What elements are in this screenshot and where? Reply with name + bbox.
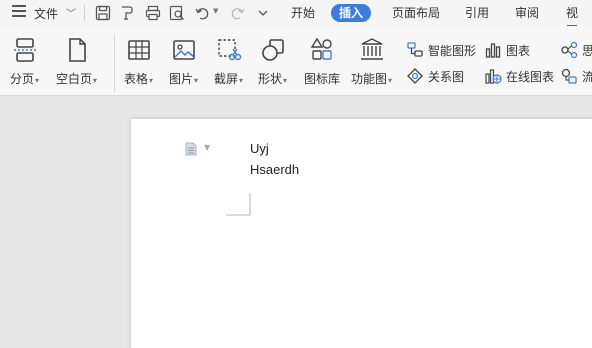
format-painter-icon[interactable] [118,4,136,22]
smartart-icon [407,42,423,57]
shape-button[interactable]: 形状▾ [258,36,287,87]
page-break-label: 分页 [10,72,35,86]
margin-crop-mark [226,193,251,216]
smartart-button[interactable]: 智能图形 [406,41,476,59]
online-chart-label: 在线图表 [506,69,555,84]
shape-icon [261,39,284,61]
function-chart-icon [360,38,383,60]
function-chart-label: 功能图 [351,72,388,86]
picture-button[interactable]: 图片▾ [169,36,198,87]
table-icon [127,40,150,60]
blank-page-button[interactable]: 空白页▾ [56,36,97,87]
dropdown-arrow-icon: ▾ [283,76,288,85]
dropdown-arrow-icon: ▾ [239,76,244,85]
table-button[interactable]: 表格▾ [124,36,153,87]
mindmap-icon [561,41,578,59]
mindmap-button[interactable]: 思 [560,41,592,59]
screenshot-button[interactable]: 截屏▾ [214,36,243,87]
flowchart-button[interactable]: 流 [560,67,592,85]
menu-bar: 文件 ﹀ ▼ 开始 插入 页面布局 引用 审阅 视 [0,0,592,38]
print-preview-icon[interactable] [168,4,186,22]
tab-page-layout[interactable]: 页面布局 [384,4,448,22]
print-icon[interactable] [144,4,162,22]
document-text-line[interactable]: Hsaerdh [250,162,299,177]
ribbon-divider [114,34,115,92]
document-page[interactable] [131,119,592,348]
tab-home[interactable]: 开始 [283,4,323,22]
chart-icon [485,43,501,58]
document-text-line[interactable]: Uyj [250,141,269,156]
shape-label: 形状 [258,72,283,86]
file-menu[interactable]: 文件 [34,5,58,22]
relation-chart-label: 关系图 [428,69,465,84]
chart-button[interactable]: 图表 [484,41,530,59]
menubar-divider [84,5,85,21]
flowchart-label: 流 [582,69,592,84]
picture-label: 图片 [169,72,194,86]
tab-insert[interactable]: 插入 [331,4,372,22]
wps-writer-window: 文件 ﹀ ▼ 开始 插入 页面布局 引用 审阅 视 分页▾ 空白页▾ 表格▾ 图… [0,0,592,348]
screenshot-label: 截屏 [214,72,239,86]
function-chart-button[interactable]: 功能图▾ [351,36,392,87]
menu-icon[interactable] [12,5,28,19]
dropdown-arrow-icon: ▾ [194,76,199,85]
screenshot-icon [217,39,241,61]
save-icon[interactable] [94,4,112,22]
redo-icon[interactable] [228,4,246,22]
document-workspace [0,97,592,348]
online-chart-button[interactable]: 在线图表 [484,67,554,85]
online-chart-icon [485,69,502,84]
dropdown-arrow-icon: ▾ [35,76,40,85]
dropdown-arrow-icon: ▾ [93,76,98,85]
icon-library-label: 图标库 [304,72,341,86]
undo-dropdown-icon[interactable]: ▼ [213,7,218,15]
tab-references[interactable]: 引用 [457,4,497,22]
tab-review[interactable]: 审阅 [507,4,547,22]
icon-library-icon [310,37,332,60]
table-label: 表格 [124,72,149,86]
blank-page-label: 空白页 [56,72,93,86]
paragraph-handle-dropdown-icon[interactable]: ▼ [204,143,210,152]
file-menu-chevron-icon[interactable]: ﹀ [66,5,76,20]
customize-quick-access-icon[interactable] [254,4,272,22]
dropdown-arrow-icon: ▾ [388,76,393,85]
tab-view[interactable]: 视图 [558,4,592,38]
icon-library-button[interactable]: 图标库 [304,36,340,87]
undo-icon[interactable] [194,4,212,22]
paragraph-handle-icon[interactable] [184,142,198,156]
flowchart-icon [561,68,577,84]
mindmap-label: 思 [582,43,592,58]
smartart-label: 智能图形 [428,43,477,58]
page-break-icon [13,38,36,62]
chart-label: 图表 [506,43,531,58]
picture-icon [172,40,195,60]
page-break-button[interactable]: 分页▾ [10,36,39,87]
blank-page-icon [68,38,86,62]
relation-chart-icon [407,68,423,84]
relation-chart-button[interactable]: 关系图 [406,67,464,85]
dropdown-arrow-icon: ▾ [149,76,154,85]
ribbon-insert: 分页▾ 空白页▾ 表格▾ 图片▾ 截屏▾ 形状▾ 图标库 功能图▾ 智能图形 关… [0,26,592,96]
